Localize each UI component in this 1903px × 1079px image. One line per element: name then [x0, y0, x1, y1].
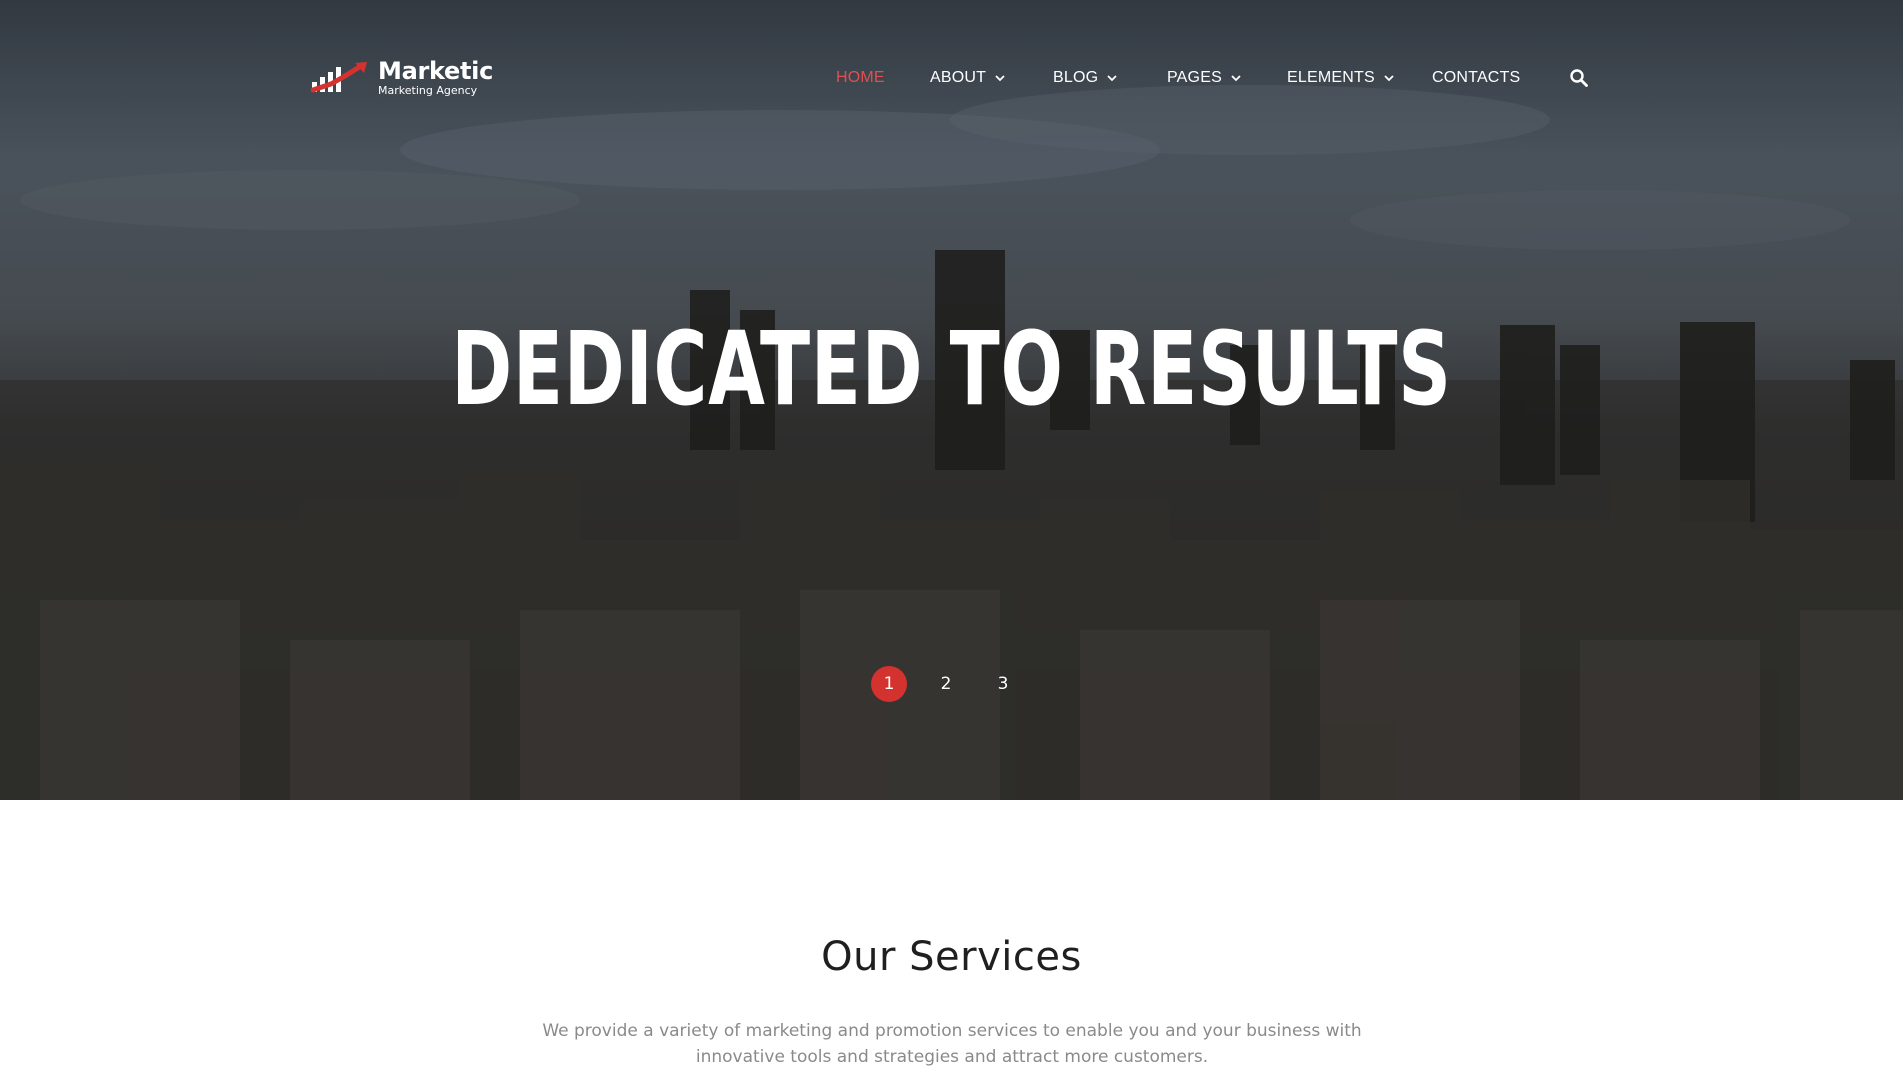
nav-item-home[interactable]: Home	[836, 64, 885, 92]
nav-item-label: Blog	[1053, 69, 1099, 86]
chevron-down-icon	[1107, 75, 1117, 82]
site-header: Marketic Marketing Agency Home About Blo…	[0, 0, 1903, 155]
services-title: Our Services	[821, 934, 1082, 980]
search-icon[interactable]	[1568, 67, 1590, 89]
slide-page-3[interactable]: 3	[985, 666, 1021, 702]
chevron-down-icon	[1384, 75, 1394, 82]
nav-item-label: About	[930, 69, 987, 86]
nav-item-elements[interactable]: Elements	[1287, 64, 1394, 92]
slider-pagination: 1 2 3	[0, 666, 1903, 702]
services-description: We provide a variety of marketing and pr…	[542, 1021, 1362, 1067]
chevron-down-icon	[995, 75, 1005, 82]
chevron-down-icon	[1231, 75, 1241, 82]
nav-item-label: Home	[836, 69, 885, 86]
nav-item-pages[interactable]: Pages	[1167, 64, 1241, 92]
nav-item-blog[interactable]: Blog	[1053, 64, 1117, 92]
slide-page-2[interactable]: 2	[928, 666, 964, 702]
nav-item-label: Contacts	[1432, 69, 1521, 86]
nav-item-about[interactable]: About	[930, 64, 1005, 92]
slide-page-1[interactable]: 1	[871, 666, 907, 702]
nav-item-label: Pages	[1167, 69, 1222, 86]
services-section: Our Services We provide a variety of mar…	[0, 800, 1903, 1079]
hero-title: DEDICATED TO RESULTS	[451, 310, 1452, 429]
hero-section: Marketic Marketing Agency Home About Blo…	[0, 0, 1903, 800]
main-navigation: Home About Blog Pages Elements Contacts	[0, 64, 1903, 92]
nav-item-label: Elements	[1287, 69, 1375, 86]
nav-item-contacts[interactable]: Contacts	[1432, 64, 1520, 92]
